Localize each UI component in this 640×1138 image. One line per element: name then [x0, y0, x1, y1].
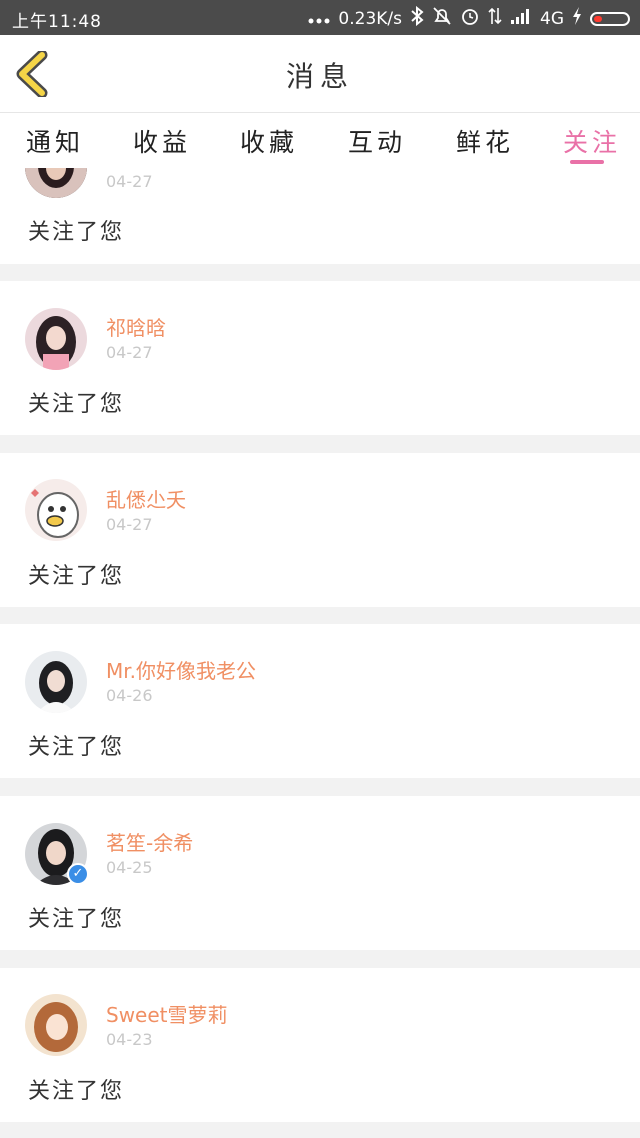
app-header: 消息 — [0, 35, 640, 113]
avatar[interactable] — [25, 308, 87, 370]
follow-date: 04-25 — [106, 858, 153, 877]
list-item[interactable]: 04-27 关注了您 — [0, 168, 640, 264]
tab-notifications[interactable]: 通知 — [26, 123, 84, 159]
user-name[interactable]: 祁晗晗 — [106, 312, 166, 341]
network-speed: 0.23K/s — [338, 8, 402, 29]
active-tab-indicator — [570, 160, 604, 164]
status-icons: 0.23K/s 4G — [308, 5, 630, 31]
list-item[interactable]: Sweet雪萝莉 04-23 关注了您 — [0, 968, 640, 1122]
avatar[interactable] — [25, 479, 87, 541]
list-item[interactable]: 乱僁尐夭 04-27 关注了您 — [0, 453, 640, 607]
list-item[interactable]: ✓ 茗笙-余希 04-25 关注了您 — [0, 796, 640, 950]
more-dots-icon — [308, 9, 330, 29]
tab-bar: 通知 收益 收藏 互动 鲜花 关注 — [0, 113, 640, 168]
follow-date: 04-27 — [106, 515, 153, 534]
follow-date: 04-27 — [106, 343, 153, 362]
user-name[interactable]: Sweet雪萝莉 — [106, 999, 228, 1028]
bluetooth-icon — [410, 5, 424, 31]
list-item[interactable]: Mr.你好像我老公 04-26 关注了您 — [0, 624, 640, 778]
avatar[interactable] — [25, 168, 87, 198]
user-name[interactable]: 茗笙-余希 — [106, 827, 193, 856]
user-name[interactable]: Mr.你好像我老公 — [106, 655, 256, 684]
tab-following[interactable]: 关注 — [563, 123, 621, 159]
status-bar: 上午11:48 0.23K/s 4G — [0, 0, 640, 35]
battery-icon — [590, 11, 630, 26]
alarm-icon — [460, 6, 480, 31]
follow-action-text: 关注了您 — [28, 907, 125, 932]
follow-date: 04-23 — [106, 1030, 153, 1049]
follow-action-text: 关注了您 — [28, 1079, 125, 1104]
avatar[interactable] — [25, 651, 87, 713]
tab-earnings[interactable]: 收益 — [133, 123, 191, 159]
verified-badge-icon: ✓ — [67, 863, 89, 885]
tab-favorites[interactable]: 收藏 — [240, 123, 298, 159]
follow-action-text: 关注了您 — [28, 735, 125, 760]
follow-action-text: 关注了您 — [28, 220, 125, 245]
list-item[interactable]: 祁晗晗 04-27 关注了您 — [0, 281, 640, 435]
follow-action-text: 关注了您 — [28, 392, 125, 417]
charging-icon — [572, 7, 582, 30]
follow-date: 04-27 — [106, 172, 153, 191]
follow-date: 04-26 — [106, 686, 153, 705]
avatar[interactable] — [25, 994, 87, 1056]
tab-flowers[interactable]: 鲜花 — [456, 123, 514, 159]
status-time: 上午11:48 — [12, 12, 102, 32]
data-arrows-icon — [488, 6, 502, 31]
page-title: 消息 — [285, 60, 354, 93]
network-type: 4G — [540, 8, 564, 29]
follow-action-text: 关注了您 — [28, 564, 125, 589]
user-name[interactable]: 乱僁尐夭 — [106, 484, 186, 513]
mute-icon — [432, 6, 452, 31]
signal-icon — [510, 7, 532, 30]
tab-interactions[interactable]: 互动 — [348, 123, 406, 159]
follow-list[interactable]: 04-27 关注了您 祁晗晗 04-27 关注了您 乱僁尐夭 04-27 关注了… — [0, 168, 640, 1138]
